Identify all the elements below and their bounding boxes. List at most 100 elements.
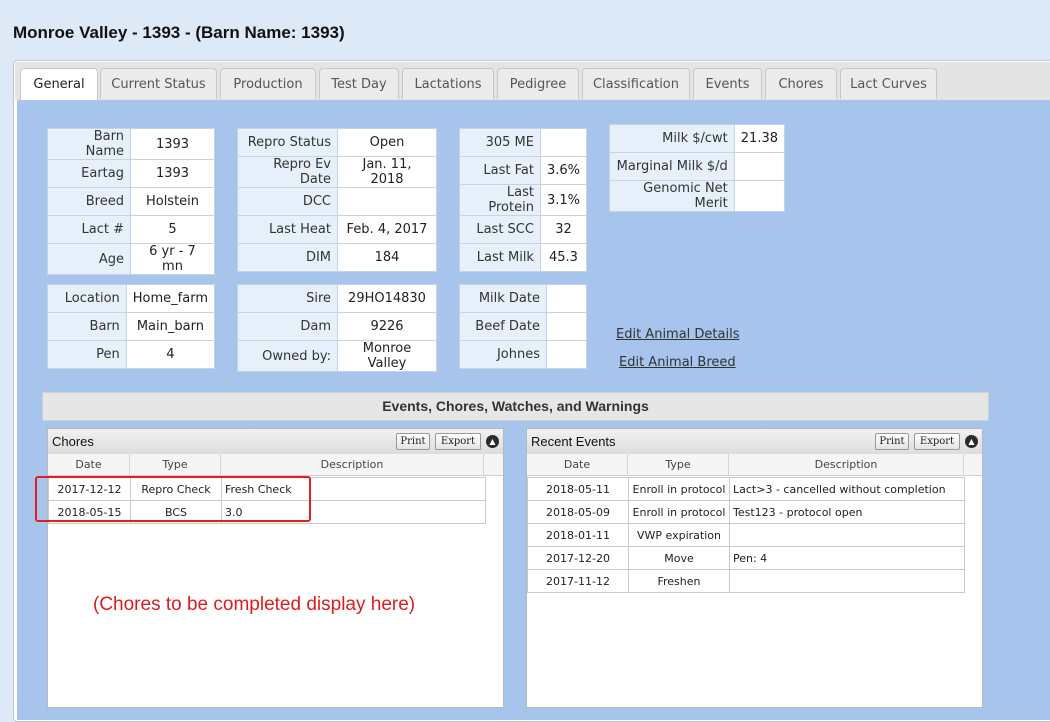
events-print-button[interactable]: Print (875, 433, 909, 450)
barn-name-label: Barn Name (47, 128, 131, 160)
table-row[interactable]: 2018-05-11 Enroll in protocol Lact>3 - c… (527, 477, 965, 501)
tab-lact-curves[interactable]: Lact Curves (840, 68, 937, 99)
chores-collapse-icon[interactable]: ▲ (486, 435, 499, 448)
johnes-label: Johnes (459, 340, 547, 369)
last-milk-value: 45.3 (539, 243, 588, 272)
event-description: Test123 - protocol open (729, 500, 965, 524)
column-header-date[interactable]: Date (527, 454, 628, 475)
dcc-value (337, 187, 437, 216)
events-section-header: Events, Chores, Watches, and Warnings (42, 392, 989, 421)
event-description (729, 569, 965, 593)
economics-table: Milk $/cwt 21.38 Marginal Milk $/d Genomi… (609, 124, 786, 212)
info-row: Location Home_farm (47, 284, 216, 313)
tab-classification[interactable]: Classification (582, 68, 690, 99)
column-header-type[interactable]: Type (130, 454, 221, 475)
tab-test-day[interactable]: Test Day (319, 68, 399, 99)
animal-id-table: Barn Name 1393 Eartag 1393 Breed Holstein L… (47, 128, 215, 275)
recent-events-grid: 2018-05-11 Enroll in protocol Lact>3 - c… (527, 477, 965, 593)
age-label: Age (47, 243, 131, 275)
info-row: Pen 4 (47, 340, 216, 369)
events-grid-header: Date Type Description (527, 454, 982, 476)
chores-print-button[interactable]: Print (396, 433, 430, 450)
table-row[interactable]: 2018-01-11 VWP expiration (527, 523, 965, 547)
event-type: Enroll in protocol (628, 477, 730, 501)
dates-table: Milk Date Beef Date Johnes (459, 284, 587, 369)
me-305-label: 305 ME (459, 128, 541, 157)
column-header-description[interactable]: Description (221, 454, 484, 475)
info-row: Barn Main_barn (47, 312, 216, 341)
sire-label: Sire (237, 284, 338, 313)
chores-export-button[interactable]: Export (435, 433, 481, 450)
lact-number-label: Lact # (47, 215, 131, 244)
info-row: Barn Name 1393 (47, 128, 215, 160)
eartag-value: 1393 (130, 159, 215, 188)
recent-events-panel-title: Recent Events (531, 434, 616, 449)
milk-date-value (546, 284, 587, 313)
last-milk-label: Last Milk (459, 243, 541, 272)
last-fat-value: 3.6% (539, 156, 588, 185)
beef-date-label: Beef Date (459, 312, 547, 341)
event-date: 2018-05-09 (527, 500, 629, 524)
table-row[interactable]: 2017-11-12 Freshen (527, 569, 965, 593)
tab-events[interactable]: Events (693, 68, 762, 99)
event-date: 2017-12-20 (527, 546, 629, 570)
milk-stats-table: 305 ME Last Fat 3.6% Last Protein 3.1% Las… (459, 128, 588, 272)
info-row: Milk Date (459, 284, 587, 313)
repro-status-value: Open (337, 128, 437, 157)
events-export-button[interactable]: Export (914, 433, 960, 450)
genomic-net-merit-label: Genomic Net Merit (609, 180, 735, 212)
event-date: 2018-01-11 (527, 523, 629, 547)
owned-by-label: Owned by: (237, 340, 338, 372)
dam-label: Dam (237, 312, 338, 341)
event-type: Enroll in protocol (628, 500, 730, 524)
info-row: Marginal Milk $/d (609, 152, 786, 181)
chores-highlight-box (35, 476, 311, 522)
tab-chores[interactable]: Chores (765, 68, 837, 99)
location-table: Location Home_farm Barn Main_barn Pen 4 (47, 284, 216, 369)
tab-lactations[interactable]: Lactations (402, 68, 494, 99)
info-row: Lact #5 (47, 215, 215, 244)
sire-value: 29HO14830 (337, 284, 437, 313)
edit-animal-details-link[interactable]: Edit Animal Details (616, 327, 740, 342)
pen-label: Pen (47, 340, 127, 369)
genomic-net-merit-value (733, 180, 786, 212)
info-row: Last SCC 32 (459, 215, 588, 244)
events-collapse-icon[interactable]: ▲ (965, 435, 978, 448)
info-row: Dam 9226 (237, 312, 437, 341)
info-row: Johnes (459, 340, 587, 369)
last-scc-value: 32 (539, 215, 588, 244)
tab-production[interactable]: Production (220, 68, 316, 99)
milk-cwt-label: Milk $/cwt (609, 124, 735, 153)
dim-value: 184 (337, 243, 437, 272)
chores-grid-header: Date Type Description (48, 454, 503, 476)
event-type: Freshen (628, 569, 730, 593)
chores-panel-header: Chores Print Export ▲ (48, 429, 503, 455)
edit-animal-breed-link[interactable]: Edit Animal Breed (619, 355, 736, 370)
event-description (729, 523, 965, 547)
tab-general[interactable]: General (20, 68, 98, 101)
info-row: Last Protein 3.1% (459, 184, 588, 216)
info-row: Last Fat 3.6% (459, 156, 588, 185)
table-row[interactable]: 2017-12-20 Move Pen: 4 (527, 546, 965, 570)
repro-ev-date-label: Repro Ev Date (237, 156, 338, 188)
last-scc-label: Last SCC (459, 215, 541, 244)
johnes-value (546, 340, 587, 369)
barn-name-value: 1393 (130, 128, 215, 160)
event-date: 2018-05-11 (527, 477, 629, 501)
me-305-value (539, 128, 588, 157)
location-label: Location (47, 284, 127, 313)
last-fat-label: Last Fat (459, 156, 541, 185)
table-row[interactable]: 2018-05-09 Enroll in protocol Test123 - … (527, 500, 965, 524)
column-header-date[interactable]: Date (48, 454, 130, 475)
tab-pedigree[interactable]: Pedigree (497, 68, 579, 99)
info-row: Eartag 1393 (47, 159, 215, 188)
last-protein-label: Last Protein (459, 184, 541, 216)
info-row: Milk $/cwt 21.38 (609, 124, 786, 153)
column-header-description[interactable]: Description (729, 454, 964, 475)
last-heat-value: Feb. 4, 2017 (337, 215, 437, 244)
chores-annotation: (Chores to be completed display here) (93, 594, 416, 615)
tab-current-status[interactable]: Current Status (100, 68, 217, 99)
column-header-type[interactable]: Type (628, 454, 729, 475)
recent-events-panel-header: Recent Events Print Export ▲ (527, 429, 982, 455)
marginal-milk-value (733, 152, 786, 181)
